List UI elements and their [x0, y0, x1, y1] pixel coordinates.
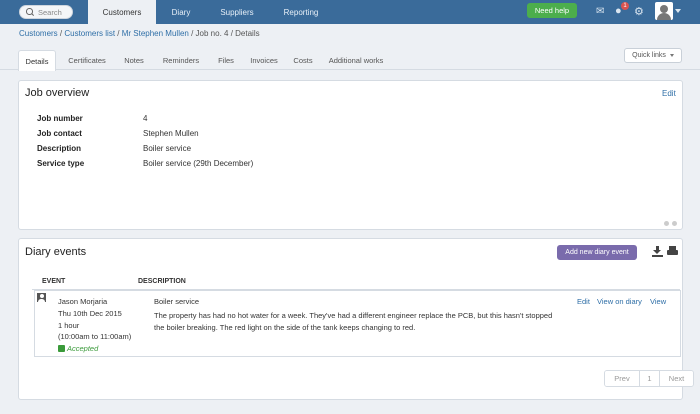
breadcrumb: Customers / Customers list / Mr Stephen …: [19, 29, 260, 38]
breadcrumb-customer[interactable]: Mr Stephen Mullen: [122, 29, 189, 38]
event-engineer: Jason Morjaria: [58, 297, 108, 306]
add-diary-event-button[interactable]: Add new diary event: [557, 245, 637, 260]
diary-events-title: Diary events: [25, 246, 87, 258]
event-status: Accepted: [58, 344, 98, 353]
carousel-dot[interactable]: [672, 221, 677, 226]
diary-events-panel: Diary events Add new diary event EVENT D…: [18, 238, 694, 400]
search-icon: [26, 8, 34, 16]
print-icon[interactable]: [667, 246, 678, 257]
pagination-next-button[interactable]: Next: [659, 371, 693, 386]
carousel-dot[interactable]: [664, 221, 669, 226]
event-edit-link[interactable]: Edit: [577, 297, 590, 306]
event-description-body: The property has had no hot water for a …: [154, 311, 553, 332]
column-header-event: EVENT: [42, 278, 66, 285]
event-view-on-diary-link[interactable]: View on diary: [597, 297, 642, 306]
tab-notes[interactable]: Notes: [118, 50, 150, 71]
nav-tab-suppliers[interactable]: Suppliers: [206, 0, 268, 24]
tab-files[interactable]: Files: [210, 50, 242, 71]
quick-links-dropdown[interactable]: Quick links: [624, 48, 682, 63]
pagination-prev-button[interactable]: Prev: [605, 371, 639, 386]
event-time-range: (10:00am to 11:00am): [58, 332, 132, 341]
chevron-down-icon: [669, 54, 674, 57]
need-help-button[interactable]: Need help: [527, 3, 577, 18]
table-row: Jason Morjaria Thu 10th Dec 2015 1 hour …: [34, 290, 681, 357]
tab-invoices[interactable]: Invoices: [244, 50, 284, 71]
tab-costs[interactable]: Costs: [288, 50, 318, 71]
event-duration: 1 hour: [58, 321, 80, 330]
avatar[interactable]: [655, 2, 673, 20]
tab-additional-works[interactable]: Additional works: [322, 50, 390, 71]
tab-certificates[interactable]: Certificates: [60, 50, 114, 71]
notification-badge: 1: [621, 2, 629, 10]
job-overview-panel: Job overview Edit Job number 4 Job conta…: [18, 80, 683, 230]
tab-details[interactable]: Details: [18, 50, 56, 71]
pagination-page-1[interactable]: 1: [639, 371, 659, 386]
column-header-description: DESCRIPTION: [138, 278, 186, 285]
nav-tab-customers[interactable]: Customers: [88, 0, 156, 24]
job-overview-title: Job overview: [25, 87, 90, 99]
search-label: Search: [38, 7, 62, 17]
top-nav: Search Customers Diary Suppliers Reporti…: [0, 0, 700, 24]
download-icon[interactable]: [652, 246, 663, 257]
event-description-title: Boiler service: [154, 297, 200, 306]
chat-icon[interactable]: ✉: [596, 6, 604, 17]
event-date: Thu 10th Dec 2015: [58, 309, 122, 318]
job-overview-edit-link[interactable]: Edit: [662, 89, 676, 98]
breadcrumb-customers[interactable]: Customers: [19, 29, 58, 38]
event-view-link[interactable]: View: [650, 297, 666, 306]
nav-tab-diary[interactable]: Diary: [156, 0, 206, 24]
sub-tabs: Details Certificates Notes Reminders Fil…: [0, 44, 700, 71]
search-button[interactable]: Search: [19, 5, 73, 19]
tab-reminders[interactable]: Reminders: [156, 50, 206, 71]
nav-tab-reporting[interactable]: Reporting: [268, 0, 334, 24]
person-icon: [37, 293, 46, 302]
breadcrumb-job: Job no. 4: [195, 29, 229, 38]
breadcrumb-customers-list[interactable]: Customers list: [64, 29, 115, 38]
chevron-down-icon[interactable]: [675, 9, 681, 13]
thumbs-up-icon: [58, 345, 65, 352]
pagination: Prev 1 Next: [604, 370, 694, 387]
carousel-dots: [661, 219, 677, 228]
gear-icon[interactable]: ⚙: [634, 5, 644, 18]
breadcrumb-current: Details: [235, 29, 260, 38]
